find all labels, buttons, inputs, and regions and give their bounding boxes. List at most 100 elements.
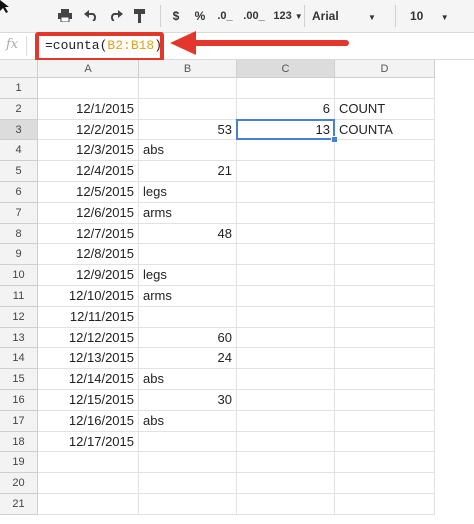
row-header[interactable]: 12	[0, 306, 38, 328]
row-header[interactable]: 15	[0, 369, 38, 390]
cell-b21[interactable]	[139, 494, 237, 515]
cell-a7[interactable]: 12/6/2015	[38, 202, 139, 224]
cell-c15[interactable]	[237, 369, 335, 390]
font-family-select[interactable]: Arial ▼	[312, 7, 392, 25]
cell-b14[interactable]: 24	[139, 348, 237, 370]
cell-b1[interactable]	[139, 78, 237, 99]
cell-d15[interactable]	[335, 369, 435, 390]
cell-d9[interactable]	[335, 244, 435, 266]
row-header[interactable]: 18	[0, 431, 38, 453]
cell-c6[interactable]	[237, 182, 335, 203]
cell-d20[interactable]	[335, 473, 435, 494]
cell-d16[interactable]	[335, 390, 435, 411]
row-header[interactable]: 10	[0, 265, 38, 286]
cell-a13[interactable]: 12/12/2015	[38, 327, 139, 349]
cell-c12[interactable]	[237, 306, 335, 328]
cell-b20[interactable]	[139, 473, 237, 494]
cell-d1[interactable]	[335, 78, 435, 99]
cell-d4[interactable]	[335, 140, 435, 162]
row-header[interactable]: 3	[0, 119, 38, 141]
cell-d8[interactable]	[335, 223, 435, 245]
column-header-d[interactable]: D	[335, 60, 435, 78]
row-header[interactable]: 11	[0, 286, 38, 307]
currency-format-button[interactable]: $	[168, 7, 184, 25]
cell-c13[interactable]	[237, 327, 335, 349]
row-header[interactable]: 16	[0, 390, 38, 411]
cell-b12[interactable]	[139, 306, 237, 328]
cell-c18[interactable]	[237, 431, 335, 453]
cell-d6[interactable]	[335, 182, 435, 203]
cell-a1[interactable]	[38, 78, 139, 99]
row-header[interactable]: 6	[0, 182, 38, 203]
cell-a5[interactable]: 12/4/2015	[38, 161, 139, 182]
cell-b11[interactable]: arms	[139, 286, 237, 307]
cell-a19[interactable]	[38, 452, 139, 474]
cell-d3[interactable]: COUNTA	[335, 119, 435, 141]
cell-d2[interactable]: COUNT	[335, 98, 435, 120]
cell-d7[interactable]	[335, 202, 435, 224]
cell-c7[interactable]	[237, 202, 335, 224]
row-header[interactable]: 21	[0, 494, 38, 515]
cell-d19[interactable]	[335, 452, 435, 474]
cell-a8[interactable]: 12/7/2015	[38, 223, 139, 245]
cell-a10[interactable]: 12/9/2015	[38, 265, 139, 286]
more-formats-button[interactable]: 123 ▼	[270, 7, 306, 25]
cell-b17[interactable]: abs	[139, 410, 237, 432]
cell-b13[interactable]: 60	[139, 327, 237, 349]
cell-b5[interactable]: 21	[139, 161, 237, 182]
row-header[interactable]: 13	[0, 327, 38, 349]
undo-icon[interactable]	[82, 7, 100, 25]
cell-d11[interactable]	[335, 286, 435, 307]
cell-c19[interactable]	[237, 452, 335, 474]
cell-b10[interactable]: legs	[139, 265, 237, 286]
cell-d5[interactable]	[335, 161, 435, 182]
row-header[interactable]: 4	[0, 140, 38, 162]
cell-d10[interactable]	[335, 265, 435, 286]
cell-b19[interactable]	[139, 452, 237, 474]
cell-c2[interactable]: 6	[237, 98, 335, 120]
cell-a3[interactable]: 12/2/2015	[38, 119, 139, 141]
cell-a11[interactable]: 12/10/2015	[38, 286, 139, 307]
font-size-select[interactable]: 10 ▼	[410, 7, 450, 25]
cell-b15[interactable]: abs	[139, 369, 237, 390]
cell-c17[interactable]	[237, 410, 335, 432]
row-header[interactable]: 8	[0, 223, 38, 245]
row-header[interactable]: 2	[0, 98, 38, 120]
print-icon[interactable]	[56, 7, 74, 25]
cell-b16[interactable]: 30	[139, 390, 237, 411]
cell-c14[interactable]	[237, 348, 335, 370]
row-header[interactable]: 1	[0, 78, 38, 99]
cell-a4[interactable]: 12/3/2015	[38, 140, 139, 162]
cell-d21[interactable]	[335, 494, 435, 515]
cell-c1[interactable]	[237, 78, 335, 99]
cell-c4[interactable]	[237, 140, 335, 162]
column-header-a[interactable]: A	[38, 60, 139, 78]
cell-b3[interactable]: 53	[139, 119, 237, 141]
cell-a21[interactable]	[38, 494, 139, 515]
cell-d18[interactable]	[335, 431, 435, 453]
row-header[interactable]: 9	[0, 244, 38, 266]
decrease-decimals-button[interactable]: .0_	[214, 7, 236, 25]
cell-b2[interactable]	[139, 98, 237, 120]
cell-d14[interactable]	[335, 348, 435, 370]
percent-format-button[interactable]: %	[192, 7, 208, 25]
cell-a16[interactable]: 12/15/2015	[38, 390, 139, 411]
row-header[interactable]: 19	[0, 452, 38, 474]
cell-a12[interactable]: 12/11/2015	[38, 306, 139, 328]
column-header-b[interactable]: B	[139, 60, 237, 78]
row-header[interactable]: 14	[0, 348, 38, 370]
cell-b6[interactable]: legs	[139, 182, 237, 203]
cell-d17[interactable]	[335, 410, 435, 432]
redo-icon[interactable]	[107, 7, 125, 25]
paint-format-icon[interactable]	[131, 7, 149, 25]
cell-c5[interactable]	[237, 161, 335, 182]
row-header[interactable]: 17	[0, 410, 38, 432]
cell-c9[interactable]	[237, 244, 335, 266]
cell-b18[interactable]	[139, 431, 237, 453]
cell-a20[interactable]	[38, 473, 139, 494]
cell-c20[interactable]	[237, 473, 335, 494]
cell-b9[interactable]	[139, 244, 237, 266]
increase-decimals-button[interactable]: .00_	[240, 7, 268, 25]
row-header[interactable]: 20	[0, 473, 38, 494]
cell-d13[interactable]	[335, 327, 435, 349]
